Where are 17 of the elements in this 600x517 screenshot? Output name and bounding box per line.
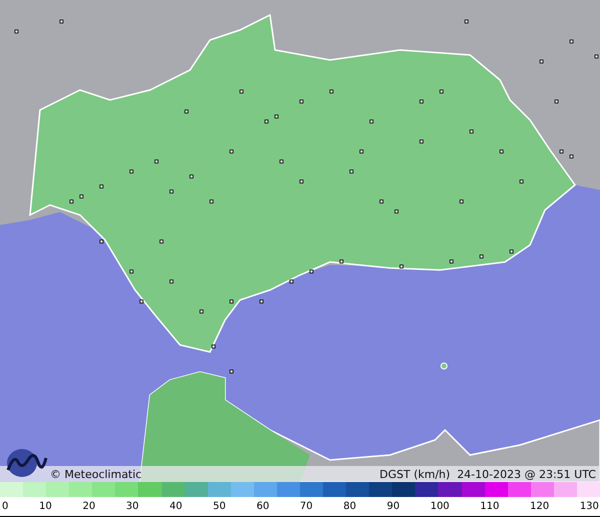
scale-label: 60: [256, 500, 270, 512]
scale-label: 20: [82, 500, 96, 512]
copyright-text: © Meteoclimatic: [50, 468, 142, 480]
scale-label: 70: [300, 500, 313, 512]
logo-icon: [4, 448, 48, 478]
scale-label: 30: [126, 500, 139, 512]
scale-label: 0: [2, 500, 8, 512]
scale-label: 130: [580, 500, 599, 512]
scale-label: 90: [386, 500, 400, 512]
scale-label: 40: [170, 500, 182, 512]
scale-label: 10: [39, 500, 52, 512]
caption-text: DGST (km/h) 24-10-2023 @ 23:51 UTC: [380, 468, 596, 480]
scale-label: 100: [430, 500, 450, 512]
scale-label: 80: [343, 500, 356, 512]
scale-label: 110: [480, 500, 500, 512]
scale-label: 50: [212, 500, 226, 512]
scale-label: 120: [530, 500, 550, 512]
